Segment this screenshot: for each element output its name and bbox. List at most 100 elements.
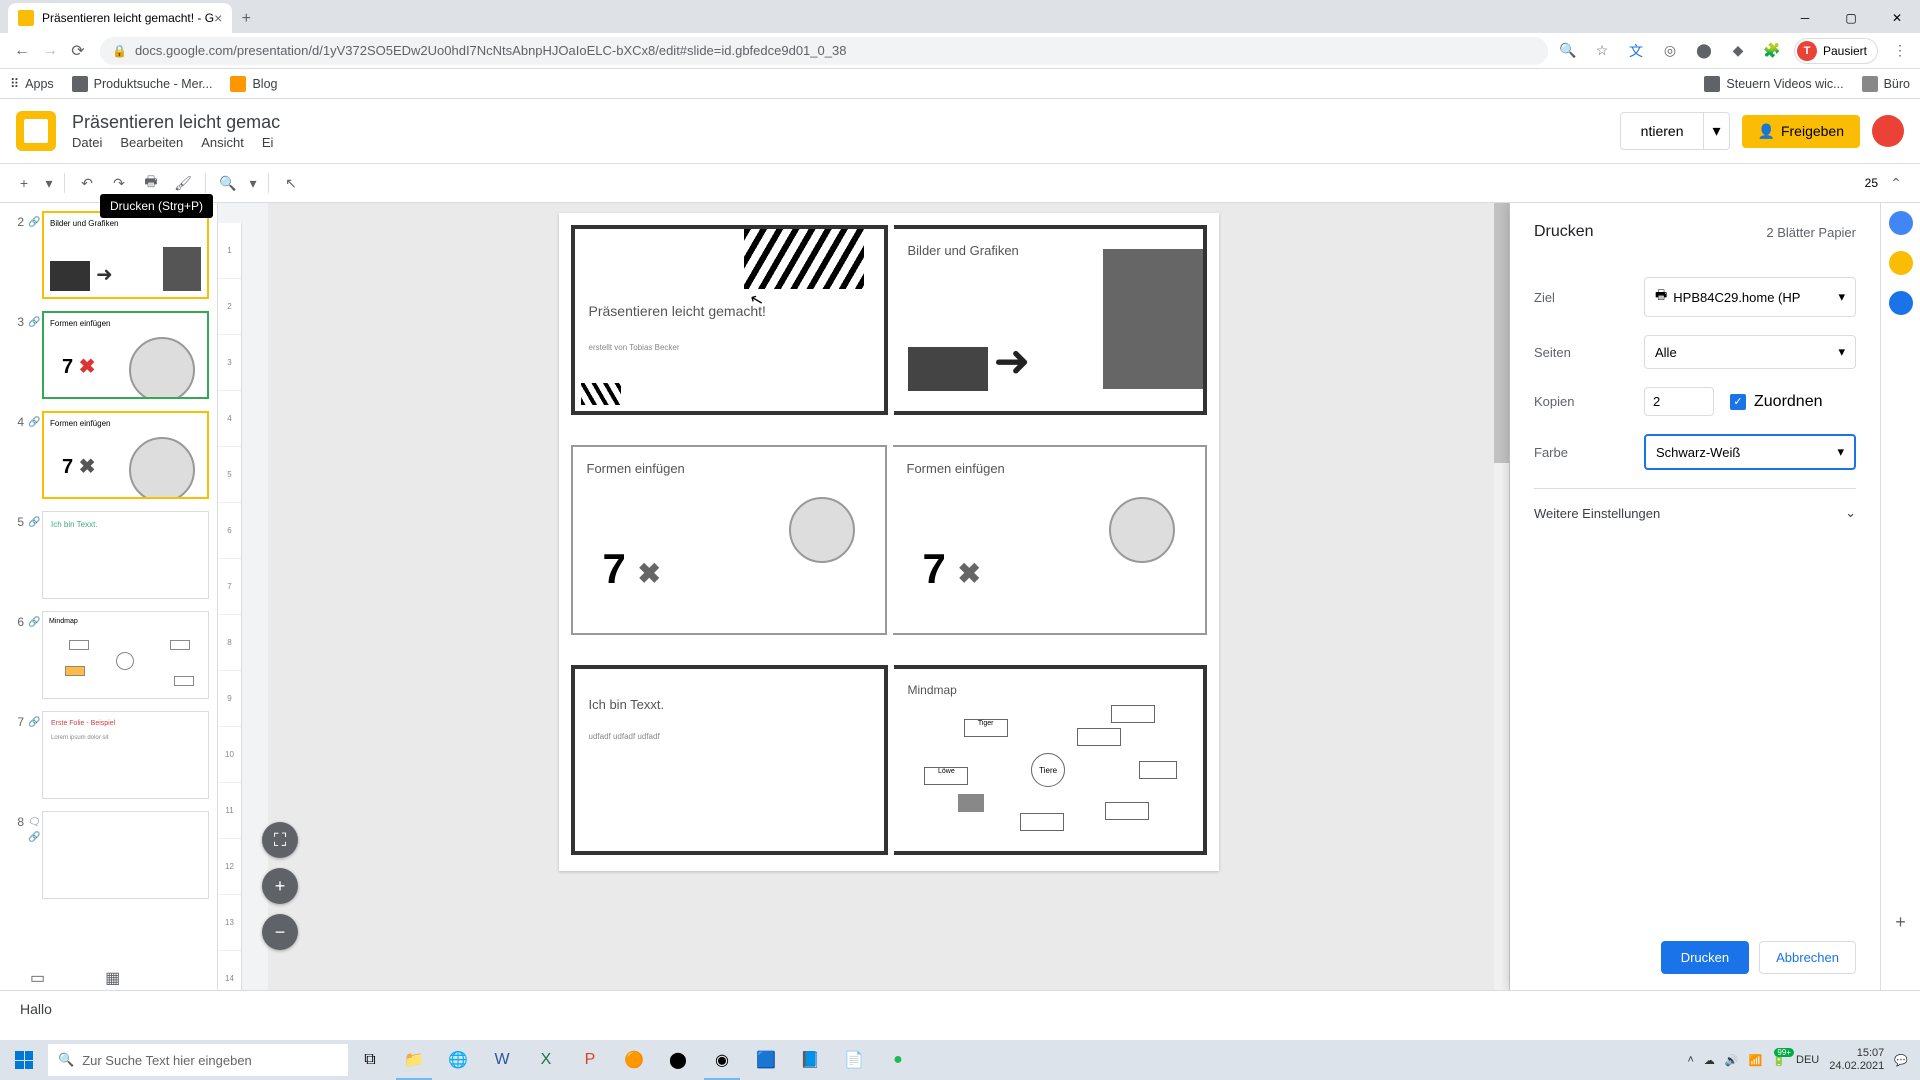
language-indicator[interactable]: DEU [1796,1054,1819,1066]
present-button[interactable]: ntieren [1620,112,1705,150]
collate-checkbox[interactable]: ✓ [1730,394,1746,410]
speaker-notes[interactable]: Hallo [0,990,1920,1040]
notepad-icon[interactable]: 📄 [832,1040,876,1080]
menu-view[interactable]: Ansicht [201,135,244,150]
onedrive-icon[interactable]: ☁ [1704,1054,1715,1067]
thumbnail-slide-4[interactable]: Formen einfügen 7 ✖ [42,411,209,499]
tasks-icon[interactable] [1889,291,1913,315]
print-cancel-button[interactable]: Abbrechen [1759,941,1856,974]
copies-input[interactable] [1644,387,1714,416]
select-tool[interactable]: ↖ [277,169,305,197]
new-tab-button[interactable]: + [232,5,260,33]
bookmark-star-icon[interactable]: ☆ [1590,39,1614,63]
nav-forward-button[interactable]: → [36,37,64,65]
taskbar-search[interactable]: 🔍 Zur Suche Text hier eingeben [48,1044,348,1076]
add-addon-icon[interactable]: + [1889,910,1913,934]
powerpoint-icon[interactable]: P [568,1040,612,1080]
nav-back-button[interactable]: ← [8,37,36,65]
print-confirm-button[interactable]: Drucken [1661,941,1749,974]
color-label: Farbe [1534,445,1644,460]
wifi-icon[interactable]: 📶 [1749,1054,1763,1067]
window-minimize-button[interactable]: ─ [1782,3,1828,33]
nav-reload-button[interactable]: ⟳ [64,37,92,65]
app-icon-2[interactable]: 📘 [788,1040,832,1080]
printer-icon: 🖶 [1655,286,1667,308]
chrome-icon[interactable]: ◉ [700,1040,744,1080]
share-button[interactable]: 👤 Freigeben [1742,115,1860,148]
new-slide-button[interactable]: + [10,169,38,197]
extensions-menu-icon[interactable]: 🧩 [1760,39,1784,63]
bookmark-item[interactable]: Blog [230,76,277,92]
destination-dropdown[interactable]: 🖶HPB84C29.home (HP ▾ [1644,277,1856,317]
filmstrip-view-icon[interactable]: ▭ [30,968,45,988]
present-dropdown[interactable]: ▾ [1704,112,1729,150]
preview-slide-6: Mindmap Tiere Tiger Löwe [894,665,1207,855]
menu-edit[interactable]: Bearbeiten [120,135,183,150]
notifications-icon[interactable]: 💬 [1894,1054,1908,1067]
fit-zoom-button[interactable]: ⛶ [262,822,298,858]
slides-logo[interactable] [16,111,56,151]
extension-icon-2[interactable]: ⬤ [1692,39,1716,63]
thumbnail-slide-7[interactable]: Erste Folie - Beispiel Lorem ipsum dolor… [42,711,209,799]
pages-dropdown[interactable]: Alle ▾ [1644,335,1856,369]
redo-button[interactable]: ↷ [105,169,133,197]
zoom-dropdown[interactable]: ▾ [246,169,260,197]
edge-icon[interactable]: 🟦 [744,1040,788,1080]
menu-insert[interactable]: Ei [262,135,274,150]
thumbnail-slide-3[interactable]: Formen einfügen 7 ✖ [42,311,209,399]
bookmark-item[interactable]: Büro [1862,76,1910,92]
extension-icon-1[interactable]: ◎ [1658,39,1682,63]
thumbnail-slide-6[interactable]: Mindmap [42,611,209,699]
apps-shortcut[interactable]: ⠿ Apps [10,76,54,91]
collapse-panel-icon[interactable]: ⌃ [1882,169,1910,197]
bookmark-item[interactable]: Steuern Videos wic... [1704,76,1843,92]
zoom-in-button[interactable]: + [262,868,298,904]
profile-chip[interactable]: T Pausiert [1794,38,1878,64]
preview-scrollbar[interactable] [1494,203,1509,990]
tab-close-icon[interactable]: × [214,10,222,26]
app-icon[interactable]: 🟠 [612,1040,656,1080]
new-slide-dropdown[interactable]: ▾ [42,169,56,197]
word-icon[interactable]: W [480,1040,524,1080]
bookmark-item[interactable]: Produktsuche - Mer... [72,76,213,92]
zoom-button[interactable]: 🔍 [214,169,242,197]
task-view-icon[interactable]: ⧉ [348,1040,392,1080]
grid-view-icon[interactable]: ▦ [105,968,120,988]
obs-icon[interactable]: ⬤ [656,1040,700,1080]
slide-number: 3 [8,311,28,329]
start-button[interactable] [0,1040,48,1080]
window-maximize-button[interactable]: ▢ [1828,3,1874,33]
keep-icon[interactable] [1889,251,1913,275]
collate-label: Zuordnen [1754,393,1823,411]
edge-legacy-icon[interactable]: 🌐 [436,1040,480,1080]
zoom-percent[interactable]: 25 [1865,176,1878,190]
calendar-icon[interactable] [1889,211,1913,235]
paint-format-button[interactable]: 🖌 [169,169,197,197]
more-settings-toggle[interactable]: Weitere Einstellungen ⌄ [1534,488,1856,537]
undo-button[interactable]: ↶ [73,169,101,197]
chrome-menu-icon[interactable]: ⋮ [1888,39,1912,63]
print-dialog-title: Drucken [1534,223,1594,241]
thumbnail-slide-2[interactable]: Bilder und Grafiken ➜ [42,211,209,299]
account-avatar[interactable] [1872,115,1904,147]
excel-icon[interactable]: X [524,1040,568,1080]
zoom-indicator-icon[interactable]: 🔍 [1556,39,1580,63]
document-title[interactable]: Präsentieren leicht gemac [72,112,1620,133]
browser-tab[interactable]: Präsentieren leicht gemacht! - G × [8,3,232,33]
window-close-button[interactable]: ✕ [1874,3,1920,33]
volume-icon[interactable]: 🔊 [1725,1054,1739,1067]
translate-icon[interactable]: 文 [1624,39,1648,63]
battery-icon[interactable]: 🔋99+ [1772,1054,1786,1067]
color-dropdown[interactable]: Schwarz-Weiß ▾ [1644,434,1856,470]
thumbnail-slide-8[interactable] [42,811,209,899]
clock[interactable]: 15:07 24.02.2021 [1829,1047,1884,1073]
extension-icon-3[interactable]: ◆ [1726,39,1750,63]
print-button[interactable]: 🖶 [137,169,165,197]
spotify-icon[interactable]: ● [876,1040,920,1080]
thumbnail-slide-5[interactable]: Ich bin Texxt. [42,511,209,599]
file-explorer-icon[interactable]: 📁 [392,1040,436,1080]
menu-file[interactable]: Datei [72,135,102,150]
zoom-out-button[interactable]: − [262,914,298,950]
tray-expand-icon[interactable]: ˄ [1687,1054,1693,1066]
address-bar[interactable]: 🔒 docs.google.com/presentation/d/1yV372S… [100,37,1548,65]
